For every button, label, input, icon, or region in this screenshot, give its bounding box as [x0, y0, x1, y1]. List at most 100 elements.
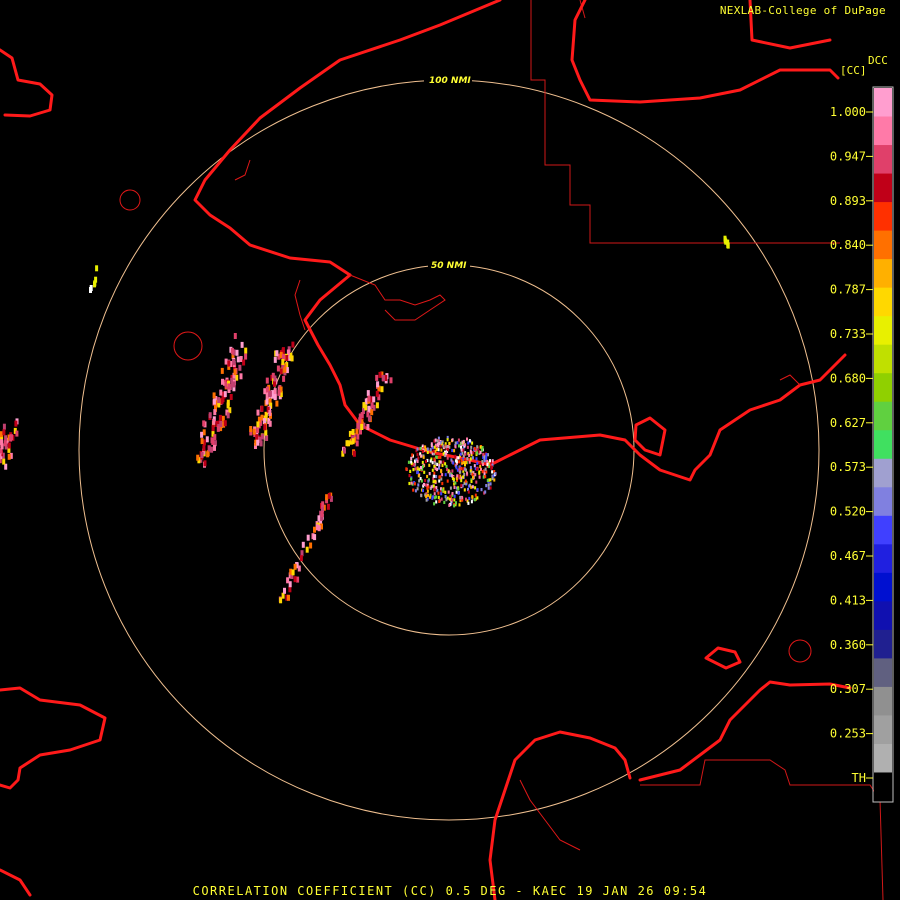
echo-pixel	[410, 460, 413, 464]
echo-pixel	[432, 480, 435, 484]
echo-pixel	[456, 474, 459, 478]
echo-pixel	[370, 402, 374, 409]
colorbar-swatch	[874, 544, 892, 574]
echo-pixel	[448, 442, 451, 446]
echo-pixel	[435, 475, 438, 479]
echo-pixel	[452, 461, 455, 465]
echo-pixel	[434, 467, 437, 471]
echo-pixel	[438, 466, 440, 470]
echo-pixel	[459, 452, 462, 456]
echo-pixel	[425, 459, 427, 464]
echo-pixel	[485, 453, 488, 457]
echo-pixel	[203, 460, 207, 467]
echo-pixel	[299, 555, 303, 562]
echo-pixel	[463, 488, 466, 492]
echo-pixel	[433, 445, 436, 449]
product-footer: CORRELATION COEFFICIENT (CC) 0.5 DEG - K…	[192, 884, 708, 898]
echo-pixel	[469, 457, 472, 461]
echo-pixel	[309, 542, 313, 549]
echo-pixel	[212, 398, 216, 405]
echo-pixel	[489, 478, 492, 482]
echo-pixel	[366, 390, 370, 397]
echo-pixel	[263, 388, 267, 395]
echo-pixel	[327, 492, 331, 499]
echo-pixel	[301, 541, 305, 548]
echo-pixel	[472, 475, 475, 479]
echo-pixel	[427, 493, 429, 497]
echo-pixel	[426, 489, 429, 493]
echo-pixel	[427, 479, 430, 483]
echo-pixel	[416, 466, 419, 470]
echo-pixel	[288, 581, 292, 588]
echo-pixel	[474, 498, 476, 502]
echo-pixel	[448, 503, 451, 507]
echo-pixel	[473, 464, 476, 468]
echo-pixel	[417, 474, 420, 478]
echo-pixel	[351, 438, 355, 445]
echo-pixel	[434, 461, 437, 465]
echo-pixel	[205, 436, 209, 443]
echo-pixel	[453, 498, 456, 502]
echo-pixel	[227, 360, 231, 367]
echo-pixel	[291, 569, 295, 576]
echo-pixel	[437, 495, 440, 499]
echo-pixel	[10, 434, 13, 441]
echo-pixel	[420, 466, 422, 470]
echo-pixel	[475, 467, 478, 471]
echo-pixel	[273, 388, 277, 395]
echo-pixel	[380, 386, 384, 393]
colorbar-tick-label: 0.787	[830, 283, 866, 297]
echo-pixel	[232, 359, 236, 365]
echo-pixel	[226, 402, 230, 409]
echo-pixel	[438, 499, 441, 503]
echo-pixel	[352, 450, 356, 457]
colorbar-swatch	[874, 743, 892, 773]
echo-pixel	[416, 452, 419, 457]
colorbar-swatch	[874, 88, 892, 118]
echo-pixel	[3, 440, 7, 447]
echo-pixel	[424, 445, 427, 449]
echo-pixel	[458, 460, 461, 464]
echo-pixel	[446, 467, 449, 472]
echo-pixel	[429, 448, 432, 452]
echo-pixel	[457, 456, 460, 460]
echo-pixel	[229, 394, 233, 400]
echo-pixel	[212, 418, 216, 425]
echo-pixel	[219, 389, 223, 396]
echo-pixel	[362, 402, 366, 409]
echo-pixel	[0, 439, 4, 446]
colorbar-unit: [CC]	[840, 64, 867, 77]
echo-pixel	[482, 452, 485, 457]
colorbar-tick-label: 0.627	[830, 416, 866, 430]
echo-pixel	[487, 483, 490, 487]
echo-pixel	[235, 349, 239, 356]
echo-pixel	[435, 455, 438, 459]
echo-pixel	[355, 428, 359, 435]
echo-pixel	[476, 445, 479, 449]
echo-pixel	[478, 470, 481, 474]
echo-pixel	[466, 457, 469, 461]
echo-pixel	[434, 479, 437, 483]
radar-map: 100 NMI 50 NMI 1.0000.9470.8930.8400.787…	[0, 0, 900, 900]
echo-pixel	[426, 474, 429, 479]
echo-pixel	[447, 490, 450, 494]
echo-pixel	[7, 442, 11, 449]
echo-pixel	[7, 453, 11, 460]
echo-pixel	[449, 486, 452, 490]
echo-pixel	[451, 448, 454, 453]
echo-pixel	[458, 444, 460, 448]
echo-pixel	[200, 431, 204, 438]
colorbar-swatch	[874, 145, 892, 175]
echo-pixel	[446, 438, 449, 442]
echo-pixel	[360, 424, 364, 430]
echo-pixel	[454, 481, 457, 485]
echo-pixel	[435, 495, 438, 499]
echo-pixel	[451, 469, 454, 473]
echo-pixel	[405, 467, 408, 471]
echo-pixel	[433, 502, 436, 506]
colorbar-tick-label: 0.733	[830, 327, 866, 341]
echo-pixel	[461, 440, 464, 444]
echo-pixel	[305, 546, 309, 553]
echo-pixel	[89, 285, 93, 291]
echo-pixel	[427, 485, 430, 489]
